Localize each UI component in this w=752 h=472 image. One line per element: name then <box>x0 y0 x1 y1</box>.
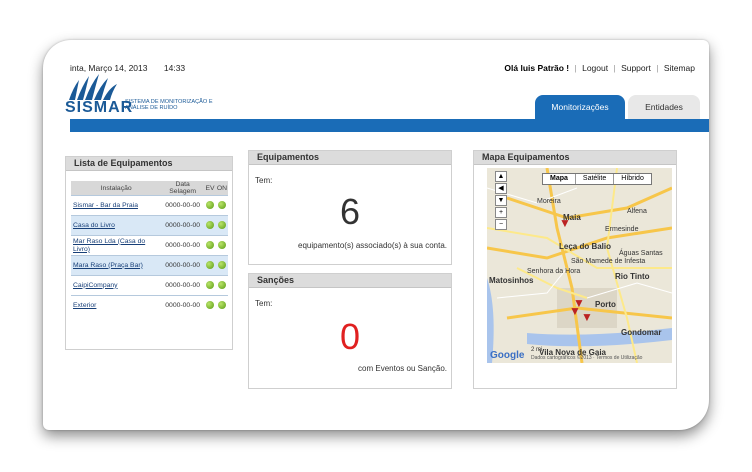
separator: | <box>613 63 616 73</box>
column-header: Data Selagem <box>161 181 204 196</box>
seal-date: 0000-00-00 <box>161 215 204 236</box>
current-date: inta, Março 14, 2013 <box>70 63 148 73</box>
column-header: ON <box>215 181 228 196</box>
column-header: EV <box>203 181 216 196</box>
date-time: inta, Março 14, 2013 14:33 <box>70 63 185 73</box>
map-attribution[interactable]: Dados cartográficos ©2013 · Termos de Ut… <box>531 355 642 361</box>
panel-title: Sanções <box>249 274 451 288</box>
app-window: inta, Março 14, 2013 14:33 Olá luis Patr… <box>43 40 709 430</box>
sancoes-panel: Sanções Tem: 0 com Eventos ou Sanção. <box>248 273 452 389</box>
status-ev-icon <box>205 260 214 269</box>
map-type-hibrido[interactable]: Híbrido <box>614 174 651 184</box>
top-bar: inta, Março 14, 2013 14:33 Olá luis Patr… <box>43 40 709 73</box>
user-greeting: Olá luis Patrão ! <box>504 63 570 73</box>
map-label: Porto <box>595 300 616 309</box>
status-on-icon <box>217 200 226 209</box>
panel-title: Lista de Equipamentos <box>66 157 232 171</box>
map-label: Águas Santas <box>619 250 663 257</box>
logo-wordmark: SISMAR <box>65 99 134 116</box>
equipment-link[interactable]: Sismar - Bar da Praia <box>71 195 162 216</box>
panel-title: Mapa Equipamentos <box>474 151 676 165</box>
pan-up-icon[interactable]: ▲ <box>495 171 507 182</box>
equipment-note: equipamento(s) associado(s) à sua conta. <box>298 241 447 250</box>
map-type-mapa[interactable]: Mapa <box>543 174 576 184</box>
table-row: Mara Raso (Praça Bar) 0000-00-00 <box>71 255 228 276</box>
column-header: Instalação <box>71 181 162 196</box>
map-label: Rio Tinto <box>615 272 650 281</box>
equipment-count: 6 <box>339 191 361 232</box>
equipamentos-panel: Equipamentos Tem: 6 equipamento(s) assoc… <box>248 150 452 265</box>
equipment-link[interactable]: CaipiCompany <box>71 275 162 296</box>
status-on-icon <box>217 220 226 229</box>
tem-label: Tem: <box>255 176 273 185</box>
seal-date: 0000-00-00 <box>161 195 204 216</box>
equipment-link[interactable]: Mar Raso Lda (Casa do Livro) <box>71 235 162 256</box>
zoom-out-icon[interactable]: − <box>495 219 507 230</box>
status-ev-icon <box>205 280 214 289</box>
table-header-row: Instalação Data Selagem EV ON <box>71 181 228 196</box>
status-on-icon <box>217 280 226 289</box>
table-row: Casa do Livro 0000-00-00 <box>71 215 228 236</box>
status-on-icon <box>217 240 226 249</box>
map-scale: 2 mi <box>531 347 543 353</box>
pan-left-icon[interactable]: ◀ <box>495 183 507 194</box>
sancao-count: 0 <box>339 316 361 357</box>
google-logo: Google <box>490 350 525 361</box>
table-row: CaipiCompany 0000-00-00 <box>71 275 228 296</box>
zoom-in-icon[interactable]: + <box>495 207 507 218</box>
sismar-logo[interactable]: SISMAR SISTEMA DE MONITORIZAÇÃO E ANÁLIS… <box>65 74 215 118</box>
logo-tagline: SISTEMA DE MONITORIZAÇÃO E ANÁLISE DE RU… <box>125 99 213 111</box>
user-links: Olá luis Patrão ! | Logout | Support | S… <box>504 63 695 73</box>
map-nav-controls: ▲ ◀ ▼ + − <box>495 171 507 231</box>
status-ev-icon <box>205 240 214 249</box>
seal-date: 0000-00-00 <box>161 275 204 296</box>
seal-date: 0000-00-00 <box>161 235 204 256</box>
map-label: Moreira <box>537 198 561 205</box>
map-pin-icon[interactable]: ▼ <box>559 216 571 230</box>
logout-link[interactable]: Logout <box>582 63 608 73</box>
map-label: Leça do Balio <box>559 242 612 251</box>
equipment-list-panel: Lista de Equipamentos Instalação Data Se… <box>65 156 233 350</box>
map-label: Matosinhos <box>489 276 534 285</box>
support-link[interactable]: Support <box>621 63 651 73</box>
nav-bar <box>70 119 709 132</box>
map-label: Senhora da Hora <box>527 268 581 275</box>
tab-monitorizacoes[interactable]: Monitorizações <box>535 95 625 119</box>
sitemap-link[interactable]: Sitemap <box>664 63 695 73</box>
equipment-link[interactable]: Casa do Livro <box>71 215 162 236</box>
status-ev-icon <box>205 220 214 229</box>
table-row: Mar Raso Lda (Casa do Livro) 0000-00-00 <box>71 235 228 256</box>
seal-date: 0000-00-00 <box>161 255 204 276</box>
map-pin-icon[interactable]: ▼ <box>581 310 593 324</box>
map-label: São Mamede de Infesta <box>571 258 646 265</box>
map-type-satelite[interactable]: Satélite <box>576 174 615 184</box>
status-ev-icon <box>205 200 214 209</box>
seal-date: 0000-00-00 <box>161 295 204 315</box>
sancao-note: com Eventos ou Sanção. <box>358 364 447 373</box>
pan-down-icon[interactable]: ▼ <box>495 195 507 206</box>
equipment-table: Instalação Data Selagem EV ON Sismar - B… <box>71 181 228 315</box>
equipment-link[interactable]: Exterior <box>71 295 162 315</box>
separator: | <box>574 63 577 73</box>
tem-label: Tem: <box>255 299 273 308</box>
status-on-icon <box>217 300 226 309</box>
separator: | <box>656 63 659 73</box>
map-panel: Mapa Equipamentos ▲ ◀ ▼ + − Mapa Satélit… <box>473 150 677 389</box>
map-view[interactable]: ▲ ◀ ▼ + − Mapa Satélite Híbrido Moreira … <box>487 168 672 363</box>
tab-entidades[interactable]: Entidades <box>628 95 700 119</box>
status-on-icon <box>217 260 226 269</box>
current-time: 14:33 <box>163 63 186 73</box>
table-row: Exterior 0000-00-00 <box>71 295 228 315</box>
status-ev-icon <box>205 300 214 309</box>
table-row: Sismar - Bar da Praia 0000-00-00 <box>71 195 228 216</box>
map-type-switcher: Mapa Satélite Híbrido <box>542 173 652 185</box>
map-label: Alfena <box>627 208 647 215</box>
map-label: Ermesinde <box>605 226 639 233</box>
equipment-link[interactable]: Mara Raso (Praça Bar) <box>71 255 162 276</box>
panel-title: Equipamentos <box>249 151 451 165</box>
map-pin-icon[interactable]: ▼ <box>569 304 581 318</box>
logo-wave-icon <box>69 74 117 100</box>
map-label: Gondomar <box>621 328 662 337</box>
